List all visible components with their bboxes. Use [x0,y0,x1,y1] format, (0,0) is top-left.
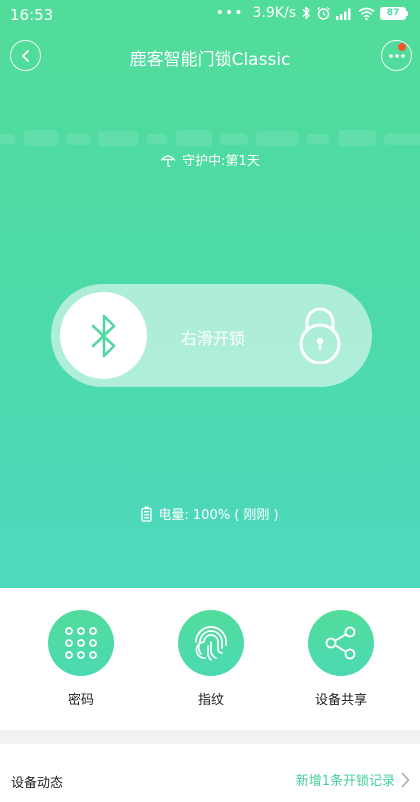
device-share-button[interactable]: 设备共享 [291,610,391,708]
unlock-record-link[interactable]: 新增1条开锁记录 [296,770,410,789]
chevron-right-icon [401,772,410,787]
device-activity-row[interactable]: 设备动态 新增1条开锁记录 [0,744,420,802]
fingerprint-button[interactable]: 指纹 [161,610,261,708]
unlock-knob[interactable] [60,292,147,379]
more-notifications-indicator: ••• [215,5,244,21]
more-dots-icon [388,53,405,58]
title-bar: 鹿客智能门锁Classic [0,36,420,76]
password-label: 密码 [67,693,94,708]
decorative-banner [0,130,420,146]
page-title: 鹿客智能门锁Classic [129,50,291,70]
share-icon-circle [308,610,374,676]
signal-icon [336,8,351,20]
password-button[interactable]: 密码 [31,610,131,708]
bluetooth-icon [91,314,115,357]
guard-status: 守护中:第1天 [0,150,420,169]
notification-dot [398,43,406,51]
guard-status-text: 守护中:第1天 [182,154,260,169]
status-icons: ••• 3.9K/s 87 [216,5,408,21]
fingerprint-label: 指纹 [197,693,224,708]
share-icon [325,626,356,660]
unlock-record-text: 新增1条开锁记录 [295,774,395,789]
bluetooth-icon [302,6,310,20]
umbrella-icon [161,154,176,167]
status-bar: 16:53 ••• 3.9K/s 87 [0,0,420,30]
password-icon-circle [48,610,114,676]
padlock-icon [299,307,341,364]
action-panel: 密码 指纹 设备共享 [0,588,420,730]
status-time: 16:53 [10,6,54,24]
more-button[interactable] [381,40,412,71]
fingerprint-icon [195,626,227,661]
hero-panel: 16:53 ••• 3.9K/s 87 鹿客智能门锁Classic 守护中:第1… [0,0,420,588]
fingerprint-icon-circle [178,610,244,676]
battery-icon [141,506,153,522]
network-speed: 3.9K/s [252,5,296,21]
power-status: 电量: 100% ( 刚刚 ) [0,504,420,523]
wifi-icon [358,7,375,20]
unlock-slider[interactable]: 右滑开锁 [51,284,372,387]
device-activity-title: 设备动态 [11,776,64,791]
keypad-icon [65,627,97,659]
battery-level: 87 [380,6,406,20]
alarm-icon [317,6,330,20]
device-share-label: 设备共享 [314,693,367,708]
battery-icon: 87 [380,6,408,20]
unlock-hint: 右滑开锁 [181,329,246,348]
power-status-text: 电量: 100% ( 刚刚 ) [158,508,279,523]
